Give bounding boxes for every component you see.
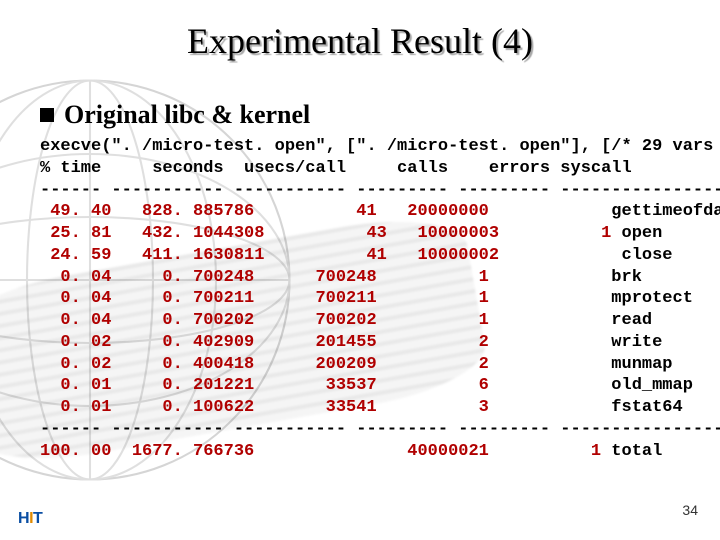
row-numbers: 24. 59 411. 1630811 41 10000002 <box>40 246 611 265</box>
table-row: 0. 04 0. 700202 700202 1 read <box>40 310 720 332</box>
table-row: 0. 02 0. 402909 201455 2 write <box>40 332 720 354</box>
table-row: 25. 81 432. 1044308 43 10000003 1 open <box>40 223 720 245</box>
row-numbers: 0. 04 0. 700248 700248 1 <box>40 268 601 287</box>
exec-line: execve(". /micro-test. open", [". /micro… <box>40 136 720 158</box>
row-numbers: 0. 02 0. 402909 201455 2 <box>40 333 601 352</box>
total-syscall: total <box>601 442 662 461</box>
table-row: 0. 04 0. 700248 700248 1 brk <box>40 267 720 289</box>
row-syscall: brk <box>601 268 642 287</box>
row-numbers: 0. 04 0. 700211 700211 1 <box>40 289 601 308</box>
separator-bottom: ------ ----------- ----------- ---------… <box>40 419 720 441</box>
bullet-icon <box>40 108 54 122</box>
logo-letter-t: T <box>33 510 42 527</box>
table-row: 0. 02 0. 400418 200209 2 munmap <box>40 354 720 376</box>
row-numbers: 49. 40 828. 885786 41 20000000 <box>40 202 601 221</box>
row-numbers: 0. 04 0. 700202 700202 1 <box>40 311 601 330</box>
column-headers: % time seconds usecs/call calls errors s… <box>40 158 720 180</box>
subtitle: Original libc & kernel <box>64 100 310 130</box>
row-syscall: munmap <box>601 355 672 374</box>
row-syscall: old_mmap <box>601 376 693 395</box>
strace-block: execve(". /micro-test. open", [". /micro… <box>40 136 720 462</box>
row-syscall: read <box>601 311 652 330</box>
subtitle-row: Original libc & kernel <box>40 100 720 130</box>
row-syscall: close <box>611 246 672 265</box>
table-row: 0. 01 0. 100622 33541 3 fstat64 <box>40 397 720 419</box>
rows-container: 49. 40 828. 885786 41 20000000 gettimeof… <box>40 201 720 419</box>
row-numbers: 0. 01 0. 201221 33537 6 <box>40 376 601 395</box>
footer-logo: HIT <box>18 510 44 528</box>
page-number: 34 <box>682 502 698 518</box>
table-row: 24. 59 411. 1630811 41 10000002 close <box>40 245 720 267</box>
row-numbers: 0. 02 0. 400418 200209 2 <box>40 355 601 374</box>
row-numbers: 25. 81 432. 1044308 43 10000003 1 <box>40 224 611 243</box>
table-row: 0. 01 0. 201221 33537 6 old_mmap <box>40 375 720 397</box>
row-syscall: gettimeofday <box>601 202 720 221</box>
row-syscall: fstat64 <box>601 398 683 417</box>
separator-top: ------ ----------- ----------- ---------… <box>40 180 720 202</box>
total-numbers: 100. 00 1677. 766736 40000021 1 <box>40 442 601 461</box>
slide-title: Experimental Result (4) <box>0 0 720 62</box>
slide-content: Experimental Result (4) Original libc & … <box>0 0 720 540</box>
total-row: 100. 00 1677. 766736 40000021 1 total <box>40 441 720 463</box>
row-syscall: open <box>611 224 662 243</box>
row-syscall: mprotect <box>601 289 693 308</box>
row-syscall: write <box>601 333 662 352</box>
table-row: 49. 40 828. 885786 41 20000000 gettimeof… <box>40 201 720 223</box>
table-row: 0. 04 0. 700211 700211 1 mprotect <box>40 288 720 310</box>
row-numbers: 0. 01 0. 100622 33541 3 <box>40 398 601 417</box>
logo-letter-h: H <box>18 510 29 527</box>
